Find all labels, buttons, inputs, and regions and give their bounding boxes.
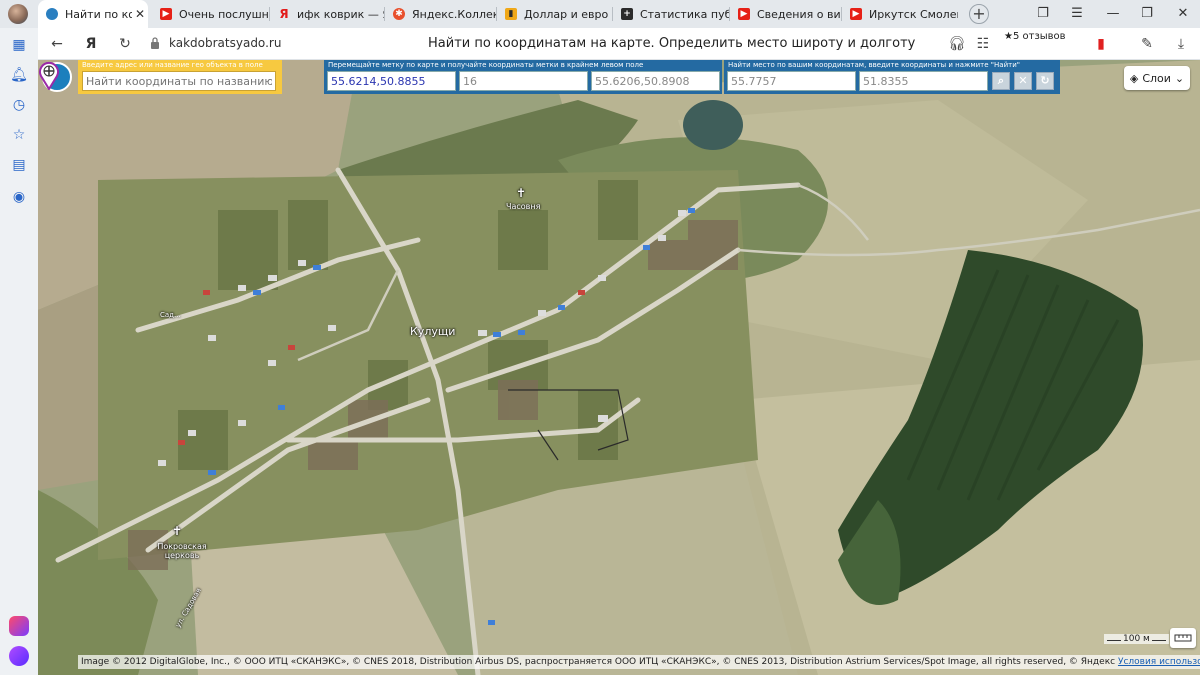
tab-label: Очень послушны: [179, 7, 270, 21]
assistant-icon[interactable]: [9, 616, 29, 636]
tab-active[interactable]: Найти по коор ✕: [38, 0, 148, 28]
find-button[interactable]: ⌕: [992, 72, 1010, 90]
plus-icon: +: [621, 8, 633, 20]
place-village[interactable]: Кулущи: [410, 325, 455, 338]
tab-3[interactable]: ✱ Яндекс.Коллекци: [385, 0, 497, 28]
youtube-icon: ▶: [160, 8, 172, 20]
play-icon[interactable]: ◉: [10, 188, 28, 206]
place-chapel[interactable]: Часовня: [506, 202, 540, 211]
star-icon[interactable]: ☆: [10, 126, 28, 144]
youtube-icon: ▶: [738, 8, 750, 20]
tab-label: Найти по коор: [65, 7, 132, 21]
church-cross-icon: ✝: [516, 186, 527, 200]
finance-icon: ▮: [505, 8, 517, 20]
tab-1[interactable]: ▶ Очень послушны: [152, 0, 270, 28]
chevron-down-icon: ⌄: [1174, 71, 1185, 85]
browser-sidebar: ▦ 🔔︎ ◷ ☆ ▤ ◉: [0, 28, 38, 675]
menu-icon[interactable]: ☰: [1066, 3, 1088, 25]
tab-4[interactable]: ▮ Доллар и евро р: [497, 0, 613, 28]
place-church[interactable]: Покровская церковь: [152, 542, 212, 560]
tab-label: Доллар и евро р: [524, 7, 613, 21]
tab-5[interactable]: + Статистика публ: [613, 0, 730, 28]
tab-manager-icon[interactable]: ❐: [1032, 3, 1054, 25]
notes-icon[interactable]: ▤: [10, 156, 28, 174]
close-tab-icon[interactable]: ✕: [132, 7, 148, 21]
extensions-icon[interactable]: ✎: [1136, 33, 1158, 55]
terms-link[interactable]: Условия использования: [1118, 657, 1200, 667]
ruler-icon[interactable]: [1170, 628, 1196, 648]
zoom-field[interactable]: [459, 71, 588, 91]
find-coords-panel: Найти место по вашим координатам, введит…: [724, 60, 1060, 94]
address-bar-row: ← Я ↻ kakdobratsyado.ru Найти по координ…: [38, 28, 1200, 60]
clear-button[interactable]: ✕: [1014, 72, 1032, 90]
street-label: Сад...: [160, 311, 181, 319]
reload-icon[interactable]: ↻: [114, 33, 136, 55]
reviews-badge[interactable]: ★5 отзывов: [1004, 31, 1066, 42]
restore-icon[interactable]: ❐: [1136, 3, 1158, 25]
location-marker-icon[interactable]: [38, 60, 60, 90]
tab-label: Сведения о виде: [757, 7, 842, 21]
tab-label: Иркутск Смолен: [869, 7, 958, 21]
layers-icon: ◈: [1129, 71, 1139, 85]
tab-strip: Найти по коор ✕ ▶ Очень послушны Я ифк к…: [0, 0, 1200, 28]
longitude-field[interactable]: [859, 71, 988, 91]
geo-search-input[interactable]: [82, 71, 276, 91]
latitude-field[interactable]: [727, 71, 856, 91]
minimize-icon[interactable]: —: [1102, 3, 1124, 25]
tab-label: Яндекс.Коллекци: [412, 7, 497, 21]
lock-icon: [151, 37, 159, 49]
url-domain[interactable]: kakdobratsyado.ru: [169, 36, 281, 50]
browser-window: Найти по коор ✕ ▶ Очень послушны Я ифк к…: [0, 0, 1200, 675]
tab-2[interactable]: Я ифк коврик — Ян: [270, 0, 385, 28]
tab-label: ифк коврик — Ян: [297, 7, 385, 21]
refresh-button[interactable]: ↻: [1036, 72, 1054, 90]
geo-search-box: Введите адрес или название гео объекта в…: [78, 60, 282, 94]
tab-6[interactable]: ▶ Сведения о виде: [730, 0, 842, 28]
close-window-icon[interactable]: ✕: [1172, 3, 1194, 25]
bookmark-icon[interactable]: ▮: [1090, 33, 1112, 55]
copyright-text: Image © 2012 DigitalGlobe, Inc., © ООО И…: [81, 657, 1116, 667]
marker-caption: Перемещайте метку по карте и получайте к…: [328, 61, 644, 69]
yandex-icon: Я: [279, 7, 289, 21]
download-icon[interactable]: ⤓: [1170, 33, 1192, 55]
tab-label: Статистика публ: [640, 7, 730, 21]
map-copyright: Image © 2012 DigitalGlobe, Inc., © ООО И…: [78, 655, 1200, 669]
marker-coords-field[interactable]: [327, 71, 456, 91]
bell-icon[interactable]: 🔔︎: [10, 66, 28, 84]
tab-7[interactable]: ▶ Иркутск Смолен: [842, 0, 958, 28]
globe-icon: [46, 8, 58, 20]
youtube-icon: ▶: [850, 8, 862, 20]
find-caption: Найти место по вашим координатам, введит…: [728, 61, 1020, 69]
marker-coords-panel: Перемещайте метку по карте и получайте к…: [324, 60, 722, 94]
history-icon[interactable]: ◷: [10, 96, 28, 114]
layers-label: Слои: [1142, 71, 1171, 85]
alice-icon[interactable]: [9, 646, 29, 666]
center-coords-field[interactable]: [591, 71, 720, 91]
scale-label: 100 м: [1104, 634, 1169, 644]
page-title: Найти по координатам на карте. Определит…: [428, 36, 916, 51]
satellite-map[interactable]: Введите адрес или название гео объекта в…: [38, 60, 1200, 675]
profile-avatar[interactable]: [8, 4, 28, 24]
yandex-home-icon[interactable]: Я: [80, 33, 102, 55]
new-tab-button[interactable]: +: [969, 4, 989, 24]
scale-text: 100 м: [1123, 634, 1150, 644]
back-icon[interactable]: ←: [46, 33, 68, 55]
headphones-icon[interactable]: 🎧︎: [946, 33, 968, 55]
collections-icon: ✱: [393, 8, 405, 20]
satellite-imagery: [38, 60, 1200, 675]
layers-button[interactable]: ◈ Слои ⌄: [1124, 66, 1190, 90]
search-caption: Введите адрес или название гео объекта в…: [82, 61, 263, 69]
grid-icon[interactable]: ▦: [10, 36, 28, 54]
reader-icon[interactable]: ☷: [972, 33, 994, 55]
church-cross-icon: ✝: [172, 524, 183, 538]
